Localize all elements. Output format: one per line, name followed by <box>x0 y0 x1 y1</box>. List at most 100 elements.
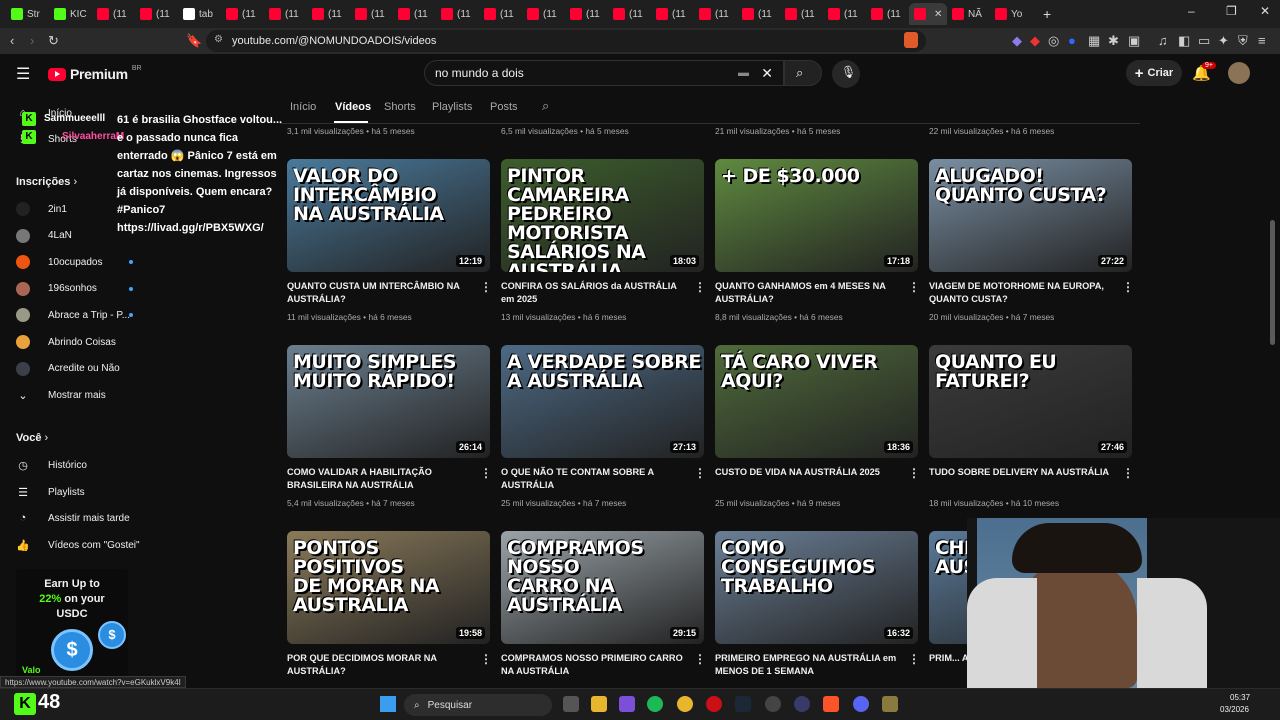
tab-shorts[interactable]: Shorts <box>384 101 416 113</box>
chrome-icon[interactable] <box>677 696 693 712</box>
tab-videos[interactable]: Vídeos <box>335 101 371 113</box>
you-header[interactable]: Você › <box>16 432 48 444</box>
app-icon[interactable] <box>882 696 898 712</box>
video-options-icon[interactable]: ⋮ <box>480 280 492 294</box>
video-thumbnail[interactable]: QUANTO EU FATUREI? 27:46 <box>929 345 1132 458</box>
steam-icon[interactable] <box>735 696 751 712</box>
discord-icon[interactable] <box>853 696 869 712</box>
media-icon[interactable]: ♫ <box>1158 33 1168 48</box>
hamburger-menu-icon[interactable]: ☰ <box>16 64 30 84</box>
sidebar-item-subscription[interactable]: Acredite ou Não <box>16 359 120 379</box>
opera-icon[interactable] <box>706 696 722 712</box>
video-title[interactable]: COMO VALIDAR A HABILITAÇÃO BRASILEIRA NA… <box>287 466 475 492</box>
browser-tab[interactable]: (11 <box>479 3 522 25</box>
obs-icon[interactable] <box>765 696 781 712</box>
browser-tab[interactable]: (11 <box>694 3 737 25</box>
browser-tab[interactable]: (11 <box>608 3 651 25</box>
video-thumbnail[interactable]: TÁ CARO VIVER AQUI? 18:36 <box>715 345 918 458</box>
video-options-icon[interactable]: ⋮ <box>694 280 706 294</box>
browser-tab[interactable]: Yo <box>990 3 1033 25</box>
voice-search-button[interactable]: 🎙 <box>832 60 860 88</box>
video-title[interactable]: QUANTO CUSTA UM INTERCÂMBIO NA AUSTRÁLIA… <box>287 280 475 306</box>
video-options-icon[interactable]: ⋮ <box>480 652 492 666</box>
sidebar-item-historico[interactable]: ◷ Histórico <box>16 455 87 475</box>
extension-icon[interactable]: ● <box>1068 33 1076 48</box>
sidebar-item-subscription[interactable]: Abrindo Coisas <box>16 332 116 352</box>
browser-tab[interactable]: (11 <box>135 3 178 25</box>
browser-tab[interactable]: (11 <box>522 3 565 25</box>
browser-tab[interactable]: Str <box>6 3 49 25</box>
ai-icon[interactable]: ✦ <box>1218 33 1229 49</box>
browser-tab[interactable]: (11 <box>780 3 823 25</box>
video-thumbnail[interactable]: + DE $30.000 17:18 <box>715 159 918 272</box>
task-view-icon[interactable] <box>563 696 579 712</box>
browser-tab[interactable]: (11 <box>350 3 393 25</box>
browser-tab[interactable]: NÃ <box>947 3 990 25</box>
minimize-button[interactable]: – <box>1188 4 1195 18</box>
windows-start-icon[interactable] <box>380 696 396 712</box>
bookmark-icon[interactable]: 🔖 <box>186 33 202 49</box>
menu-icon[interactable]: ≡ <box>1258 33 1266 48</box>
sidebar-item-liked-videos[interactable]: 👍 Vídeos com "Gostei" <box>16 535 139 555</box>
app-icon[interactable] <box>794 696 810 712</box>
video-options-icon[interactable]: ⋮ <box>694 466 706 480</box>
video-title[interactable]: POR QUE DECIDIMOS MORAR NA AUSTRÁLIA? <box>287 652 475 678</box>
video-thumbnail[interactable]: VALOR DO INTERCÂMBIO NA AUSTRÁLIA 12:19 <box>287 159 490 272</box>
file-explorer-icon[interactable] <box>591 696 607 712</box>
browser-tab[interactable]: (11 <box>823 3 866 25</box>
back-icon[interactable]: ‹ <box>10 33 14 48</box>
video-title[interactable]: TUDO SOBRE DELIVERY NA AUSTRÁLIA <box>929 466 1117 479</box>
browser-tab[interactable]: (11 <box>866 3 909 25</box>
browser-tab[interactable]: (11 <box>221 3 264 25</box>
video-thumbnail[interactable]: COMO CONSEGUIMOS TRABALHO 16:32 <box>715 531 918 644</box>
extension-icon[interactable]: ◆ <box>1012 33 1022 49</box>
sidebar-icon[interactable]: ◧ <box>1178 33 1190 49</box>
browser-tab[interactable]: (11 <box>737 3 780 25</box>
tab-posts[interactable]: Posts <box>490 101 518 113</box>
video-thumbnail[interactable]: A VERDADE SOBRE A AUSTRÁLIA 27:13 <box>501 345 704 458</box>
subscriptions-header[interactable]: Inscrições › <box>16 176 77 188</box>
browser-tab[interactable]: (11 <box>565 3 608 25</box>
new-tab-button[interactable]: + <box>1043 6 1051 22</box>
browser-tab[interactable]: tab <box>178 3 221 25</box>
sidebar-item-subscription[interactable]: 4LaN <box>16 226 72 246</box>
browser-tab[interactable]: (11 <box>264 3 307 25</box>
maximize-button[interactable]: ❐ <box>1226 4 1237 18</box>
extension-icon[interactable]: ◎ <box>1048 33 1059 49</box>
video-options-icon[interactable]: ⋮ <box>480 466 492 480</box>
sidebar-item-subscription[interactable]: 196sonhos <box>16 279 97 299</box>
extension-icon[interactable]: ◆ <box>1030 33 1040 49</box>
vpn-icon[interactable]: ⛨ <box>1238 33 1248 49</box>
show-more-button[interactable]: ⌄ Mostrar mais <box>16 385 105 405</box>
sidebar-item-subscription[interactable]: 10ocupados <box>16 252 103 272</box>
browser-tab[interactable]: (11 <box>651 3 694 25</box>
search-button[interactable]: ⌕ <box>784 60 822 86</box>
video-thumbnail[interactable]: MUITO SIMPLES MUITO RÁPIDO! 26:14 <box>287 345 490 458</box>
tab-playlists[interactable]: Playlists <box>432 101 472 113</box>
video-thumbnail[interactable]: PONTOS POSITIVOS DE MORAR NA AUSTRÁLIA 19… <box>287 531 490 644</box>
video-title[interactable]: COMPRAMOS NOSSO PRIMEIRO CARRO NA AUSTRÁ… <box>501 652 689 678</box>
address-bar[interactable]: ⚙ youtube.com/@NOMUNDOADOIS/videos <box>206 30 926 52</box>
sidebar-item-watch-later[interactable]: ◔ Assistir mais tarde <box>16 508 130 528</box>
video-options-icon[interactable]: ⋮ <box>1122 280 1134 294</box>
ad-overlay[interactable]: Earn Up to 22% on your USDC $ $ Valo <box>16 569 128 679</box>
close-tab-icon[interactable]: ✕ <box>934 9 942 20</box>
browser-tab[interactable]: (11 <box>92 3 135 25</box>
video-options-icon[interactable]: ⋮ <box>694 652 706 666</box>
video-title[interactable]: QUANTO GANHAMOS em 4 MESES NA AUSTRÁLIA? <box>715 280 903 306</box>
clear-search-icon[interactable]: ✕ <box>761 61 773 85</box>
avatar[interactable] <box>1228 62 1250 84</box>
reload-icon[interactable]: ↻ <box>48 33 59 49</box>
spotify-icon[interactable] <box>647 696 663 712</box>
video-title[interactable]: CONFIRA OS SALÁRIOS da AUSTRÁLIA em 2025 <box>501 280 689 306</box>
video-title[interactable]: PRIMEIRO EMPREGO NA AUSTRÁLIA em MENOS D… <box>715 652 903 678</box>
search-input[interactable]: no mundo a dois ▬ ✕ <box>424 60 784 86</box>
browser-tab[interactable]: (11 <box>393 3 436 25</box>
video-title[interactable]: VIAGEM DE MOTORHOME NA EUROPA, QUANTO CU… <box>929 280 1117 306</box>
video-options-icon[interactable]: ⋮ <box>908 466 920 480</box>
video-thumbnail[interactable]: COMPRAMOS NOSSO CARRO NA AUSTRÁLIA 29:15 <box>501 531 704 644</box>
tab-inicio[interactable]: Início <box>290 101 316 113</box>
keyboard-icon[interactable]: ▬ <box>738 61 749 85</box>
video-options-icon[interactable]: ⋮ <box>908 280 920 294</box>
video-options-icon[interactable]: ⋮ <box>1122 466 1134 480</box>
